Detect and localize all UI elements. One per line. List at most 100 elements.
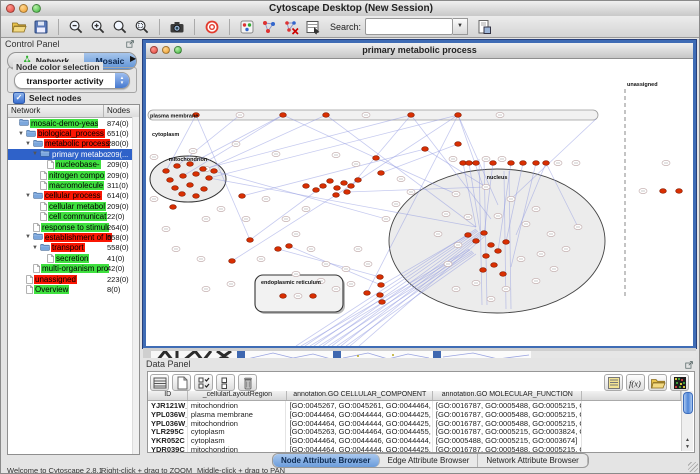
- network-node[interactable]: [543, 161, 550, 166]
- network-node[interactable]: [465, 233, 472, 238]
- scrollbar-arrows[interactable]: ▲▼: [682, 437, 693, 451]
- zoom-fit-icon[interactable]: [111, 18, 129, 36]
- network-node[interactable]: [490, 161, 497, 166]
- table-row[interactable]: YPL036W__1mitochondrion[GO:0044464, GO:0…: [148, 419, 681, 428]
- network-node[interactable]: [179, 192, 186, 197]
- select-nodes-checkbox[interactable]: ✓: [13, 92, 25, 104]
- save-icon[interactable]: [32, 18, 50, 36]
- tab-node-attribute-browser[interactable]: Node Attribute Browser: [273, 454, 380, 467]
- tree-scrollbar[interactable]: [132, 117, 139, 454]
- network-node[interactable]: [239, 194, 246, 199]
- zoom-window-icon[interactable]: [174, 46, 182, 54]
- network-node[interactable]: [520, 161, 527, 166]
- network-node[interactable]: [180, 174, 187, 179]
- snapshot-icon[interactable]: [168, 18, 186, 36]
- network-node[interactable]: [408, 113, 415, 118]
- unselect-attrs-icon[interactable]: [216, 374, 235, 391]
- column-header[interactable]: _cellularLayoutRegion: [188, 391, 287, 400]
- resize-grip[interactable]: [688, 462, 698, 472]
- network-tree-row[interactable]: cellular metabol209(0): [8, 201, 139, 211]
- column-header[interactable]: ID: [148, 391, 188, 400]
- help-icon[interactable]: [203, 18, 221, 36]
- tab-network-attribute-browser[interactable]: Network Attribute Browser: [478, 454, 587, 467]
- plugin-icon[interactable]: [475, 18, 493, 36]
- network-node[interactable]: [508, 161, 515, 166]
- network-node[interactable]: [310, 294, 317, 299]
- network-node[interactable]: [320, 184, 327, 189]
- network-node[interactable]: [187, 183, 194, 188]
- network-node[interactable]: [378, 171, 385, 176]
- network-node[interactable]: [206, 176, 213, 181]
- disclosure-triangle-icon[interactable]: ▼: [25, 234, 32, 240]
- disclosure-triangle-icon[interactable]: ▼: [25, 193, 32, 199]
- zoom-window-icon[interactable]: [32, 4, 41, 13]
- network-tree-row[interactable]: ▼primary metabo209(...: [8, 149, 139, 159]
- network-node[interactable]: [483, 254, 490, 259]
- network-node[interactable]: [533, 161, 540, 166]
- network-node[interactable]: [364, 291, 371, 296]
- network-node[interactable]: [334, 186, 341, 191]
- close-icon[interactable]: [150, 46, 158, 54]
- delete-attr-icon[interactable]: [238, 374, 257, 391]
- network-tree-row[interactable]: multi-organism pro42(0): [8, 263, 139, 273]
- network-tree-row[interactable]: macromolecule311(0): [8, 180, 139, 190]
- select-attrs-icon[interactable]: [194, 374, 213, 391]
- network-node[interactable]: [377, 293, 384, 298]
- disclosure-triangle-icon[interactable]: ▼: [32, 245, 39, 251]
- network-tree-row[interactable]: ▼transport558(0): [8, 243, 139, 253]
- network-node[interactable]: [379, 300, 386, 305]
- network-node[interactable]: [286, 244, 293, 249]
- network-node[interactable]: [193, 194, 200, 199]
- minimize-icon[interactable]: [19, 4, 28, 13]
- disclosure-triangle-icon[interactable]: ▼: [32, 151, 39, 157]
- network-node[interactable]: [378, 283, 385, 288]
- network-node[interactable]: [280, 113, 287, 118]
- network-node[interactable]: [193, 172, 200, 177]
- network-tree-row[interactable]: cell communicat22(0): [8, 212, 139, 222]
- table-row[interactable]: YJR121W__1mitochondrion[GO:0045267, GO:0…: [148, 401, 681, 410]
- network-node[interactable]: [167, 178, 174, 183]
- more-tabs-arrow-icon[interactable]: ▶: [130, 54, 136, 63]
- network-node[interactable]: [377, 275, 384, 280]
- network-tree-row[interactable]: unassigned223(0): [8, 274, 139, 284]
- attr-table-icon[interactable]: [150, 374, 169, 391]
- minimize-icon[interactable]: [162, 46, 170, 54]
- network-tree-row[interactable]: mosaic-demo-yeast874(0): [8, 118, 139, 128]
- network-node[interactable]: [481, 231, 488, 236]
- new-network-view-icon[interactable]: [260, 18, 278, 36]
- network-node[interactable]: [455, 113, 462, 118]
- network-canvas[interactable]: plasma membranecytoplasmmitochondrionnuc…: [146, 59, 693, 346]
- network-node[interactable]: [280, 294, 287, 299]
- network-node[interactable]: [200, 167, 207, 172]
- network-node[interactable]: [229, 259, 236, 264]
- scrollbar-thumb[interactable]: [683, 392, 693, 414]
- column-header[interactable]: annotation.GO CELLULAR_COMPONENT: [287, 391, 433, 400]
- network-node[interactable]: [480, 268, 487, 273]
- network-window-titlebar[interactable]: primary metabolic process: [146, 43, 693, 59]
- network-node[interactable]: [355, 178, 362, 183]
- network-node[interactable]: [473, 161, 480, 166]
- network-node[interactable]: [327, 179, 334, 184]
- function-builder-icon[interactable]: f(x): [626, 374, 645, 391]
- network-node[interactable]: [333, 193, 340, 198]
- network-tree-row[interactable]: nitrogen compo209(0): [8, 170, 139, 180]
- zoom-in-icon[interactable]: [89, 18, 107, 36]
- network-node[interactable]: [174, 164, 181, 169]
- network-node[interactable]: [660, 189, 667, 194]
- network-node[interactable]: [491, 263, 498, 268]
- vizmapper-icon[interactable]: [238, 18, 256, 36]
- network-node[interactable]: [348, 184, 355, 189]
- table-scrollbar[interactable]: ▲▼: [681, 391, 693, 451]
- network-tree-row[interactable]: nucleobase-209(0): [8, 160, 139, 170]
- zoom-region-icon[interactable]: [133, 18, 151, 36]
- tab-edge-attribute-browser[interactable]: Edge Attribute Browser: [380, 454, 479, 467]
- network-node[interactable]: [211, 169, 218, 174]
- import-attrs-icon[interactable]: [648, 374, 667, 391]
- network-node[interactable]: [163, 169, 170, 174]
- network-tree-row[interactable]: secretion41(0): [8, 253, 139, 263]
- network-node[interactable]: [500, 272, 507, 277]
- network-node[interactable]: [313, 188, 320, 193]
- table-row[interactable]: YKR052Ccytoplasm[GO:0044464, GO:0044446,…: [148, 436, 681, 445]
- column-header[interactable]: annotation.GO MOLECULAR_FUNCTION: [433, 391, 582, 400]
- table-row[interactable]: YPL036W__2plasma membrane[GO:0044464, GO…: [148, 410, 681, 419]
